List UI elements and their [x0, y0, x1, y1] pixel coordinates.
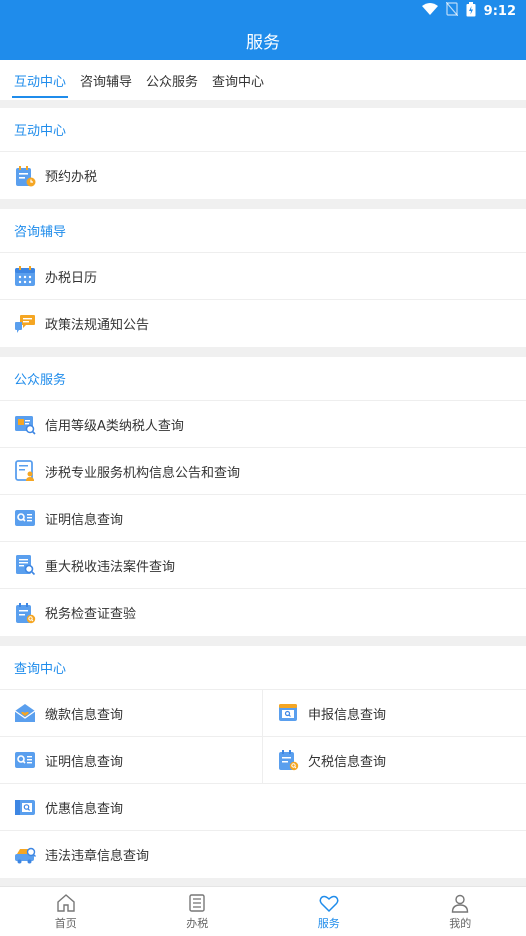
nav-mine[interactable]: 我的	[395, 887, 526, 936]
nav-home[interactable]: 首页	[0, 887, 132, 936]
item-violation-query[interactable]: 违法违章信息查询	[0, 831, 526, 878]
nav-label: 办税	[186, 916, 209, 930]
no-sim-icon	[445, 1, 459, 20]
item-certificate-query[interactable]: 证明信息查询	[0, 495, 526, 542]
inspection-icon	[14, 602, 36, 624]
item-label: 政策法规通知公告	[45, 318, 150, 333]
query-grid: 缴款信息查询 申报信息查询 证明信息查询 欠税信息查询	[0, 690, 526, 784]
home-icon	[57, 893, 75, 912]
certificate-search-icon	[14, 749, 36, 771]
item-tax-calendar[interactable]: 办税日历	[0, 253, 526, 300]
item-label: 涉税专业服务机构信息公告和查询	[45, 465, 241, 481]
page-title: 服务	[246, 33, 280, 53]
item-appointment[interactable]: 预约办税	[0, 152, 526, 199]
item-credit-query[interactable]: 信用等级A类纳税人查询	[0, 401, 526, 448]
content-scroll[interactable]: 互动中心 预约办税 咨询辅导 办税日历 政策法规通知公告 公众服务 信用等级A类…	[0, 100, 526, 886]
list-icon	[189, 893, 205, 912]
item-payment-query[interactable]: 缴款信息查询	[0, 690, 263, 737]
section-consult: 咨询辅导 办税日历 政策法规通知公告	[0, 209, 526, 347]
section-title: 咨询辅导	[0, 209, 526, 253]
item-label: 信用等级A类纳税人查询	[45, 418, 184, 434]
item-label: 申报信息查询	[308, 707, 387, 723]
discount-icon	[14, 796, 36, 818]
section-interactive: 互动中心 预约办税	[0, 108, 526, 199]
appointment-icon	[14, 165, 36, 187]
calendar-icon	[14, 265, 36, 287]
section-query: 查询中心 缴款信息查询 申报信息查询 证明信息查询 欠税信息查询 优惠信息查询 …	[0, 646, 526, 878]
heart-icon	[319, 895, 339, 912]
car-icon	[14, 844, 36, 866]
item-certificate-query-2[interactable]: 证明信息查询	[0, 737, 263, 784]
nav-service[interactable]: 服务	[263, 887, 395, 936]
section-title: 公众服务	[0, 357, 526, 401]
payment-icon	[14, 702, 36, 724]
nav-tax[interactable]: 办税	[132, 887, 264, 936]
chat-bubble-icon	[14, 313, 36, 335]
item-label: 办税日历	[45, 270, 98, 286]
agency-icon	[14, 460, 36, 482]
declaration-icon	[277, 702, 299, 724]
nav-label: 首页	[54, 916, 77, 930]
section-public: 公众服务 信用等级A类纳税人查询 涉税专业服务机构信息公告和查询 证明信息查询	[0, 357, 526, 636]
nav-label: 服务	[317, 916, 340, 930]
user-icon	[452, 894, 469, 913]
credit-search-icon	[14, 413, 36, 435]
tab-strip: 互动中心 咨询辅导 公众服务 查询中心	[0, 60, 526, 100]
item-label: 预约办税	[45, 170, 98, 185]
item-label: 税务检查证查验	[45, 607, 137, 622]
tab-query-center[interactable]: 查询中心	[212, 60, 264, 100]
arrears-icon	[277, 749, 299, 771]
case-search-icon	[14, 554, 36, 576]
wifi-icon	[421, 2, 438, 20]
item-major-case-query[interactable]: 重大税收违法案件查询	[0, 542, 526, 589]
item-label: 缴款信息查询	[45, 707, 124, 723]
item-discount-query[interactable]: 优惠信息查询	[0, 784, 526, 831]
app: 9:12 服务 互动中心 咨询辅导 公众服务 查询中心 互动中心 预约办税 咨询…	[0, 0, 526, 936]
item-label: 重大税收违法案件查询	[45, 559, 176, 575]
section-title: 互动中心	[0, 108, 526, 152]
tab-interactive-center[interactable]: 互动中心	[11, 60, 69, 100]
certificate-search-icon	[14, 507, 36, 529]
item-agency-query[interactable]: 涉税专业服务机构信息公告和查询	[0, 448, 526, 495]
status-time: 9:12	[483, 3, 516, 19]
item-arrears-query[interactable]: 欠税信息查询	[263, 737, 526, 784]
header-bar: 9:12 服务	[0, 0, 526, 60]
item-label: 证明信息查询	[45, 754, 124, 770]
status-bar: 9:12	[421, 0, 526, 22]
item-label: 违法违章信息查询	[45, 849, 150, 864]
item-label: 优惠信息查询	[45, 801, 124, 817]
item-label: 欠税信息查询	[308, 754, 387, 770]
tab-consult[interactable]: 咨询辅导	[80, 60, 132, 100]
item-inspection-verify[interactable]: 税务检查证查验	[0, 589, 526, 636]
battery-icon	[466, 1, 476, 21]
nav-label: 我的	[449, 916, 472, 930]
item-policy-notice[interactable]: 政策法规通知公告	[0, 300, 526, 347]
item-label: 证明信息查询	[45, 512, 124, 528]
tab-public-service[interactable]: 公众服务	[146, 60, 198, 100]
item-declaration-query[interactable]: 申报信息查询	[263, 690, 526, 737]
bottom-nav: 首页 办税 服务 我的	[0, 886, 526, 936]
section-title: 查询中心	[0, 646, 526, 690]
